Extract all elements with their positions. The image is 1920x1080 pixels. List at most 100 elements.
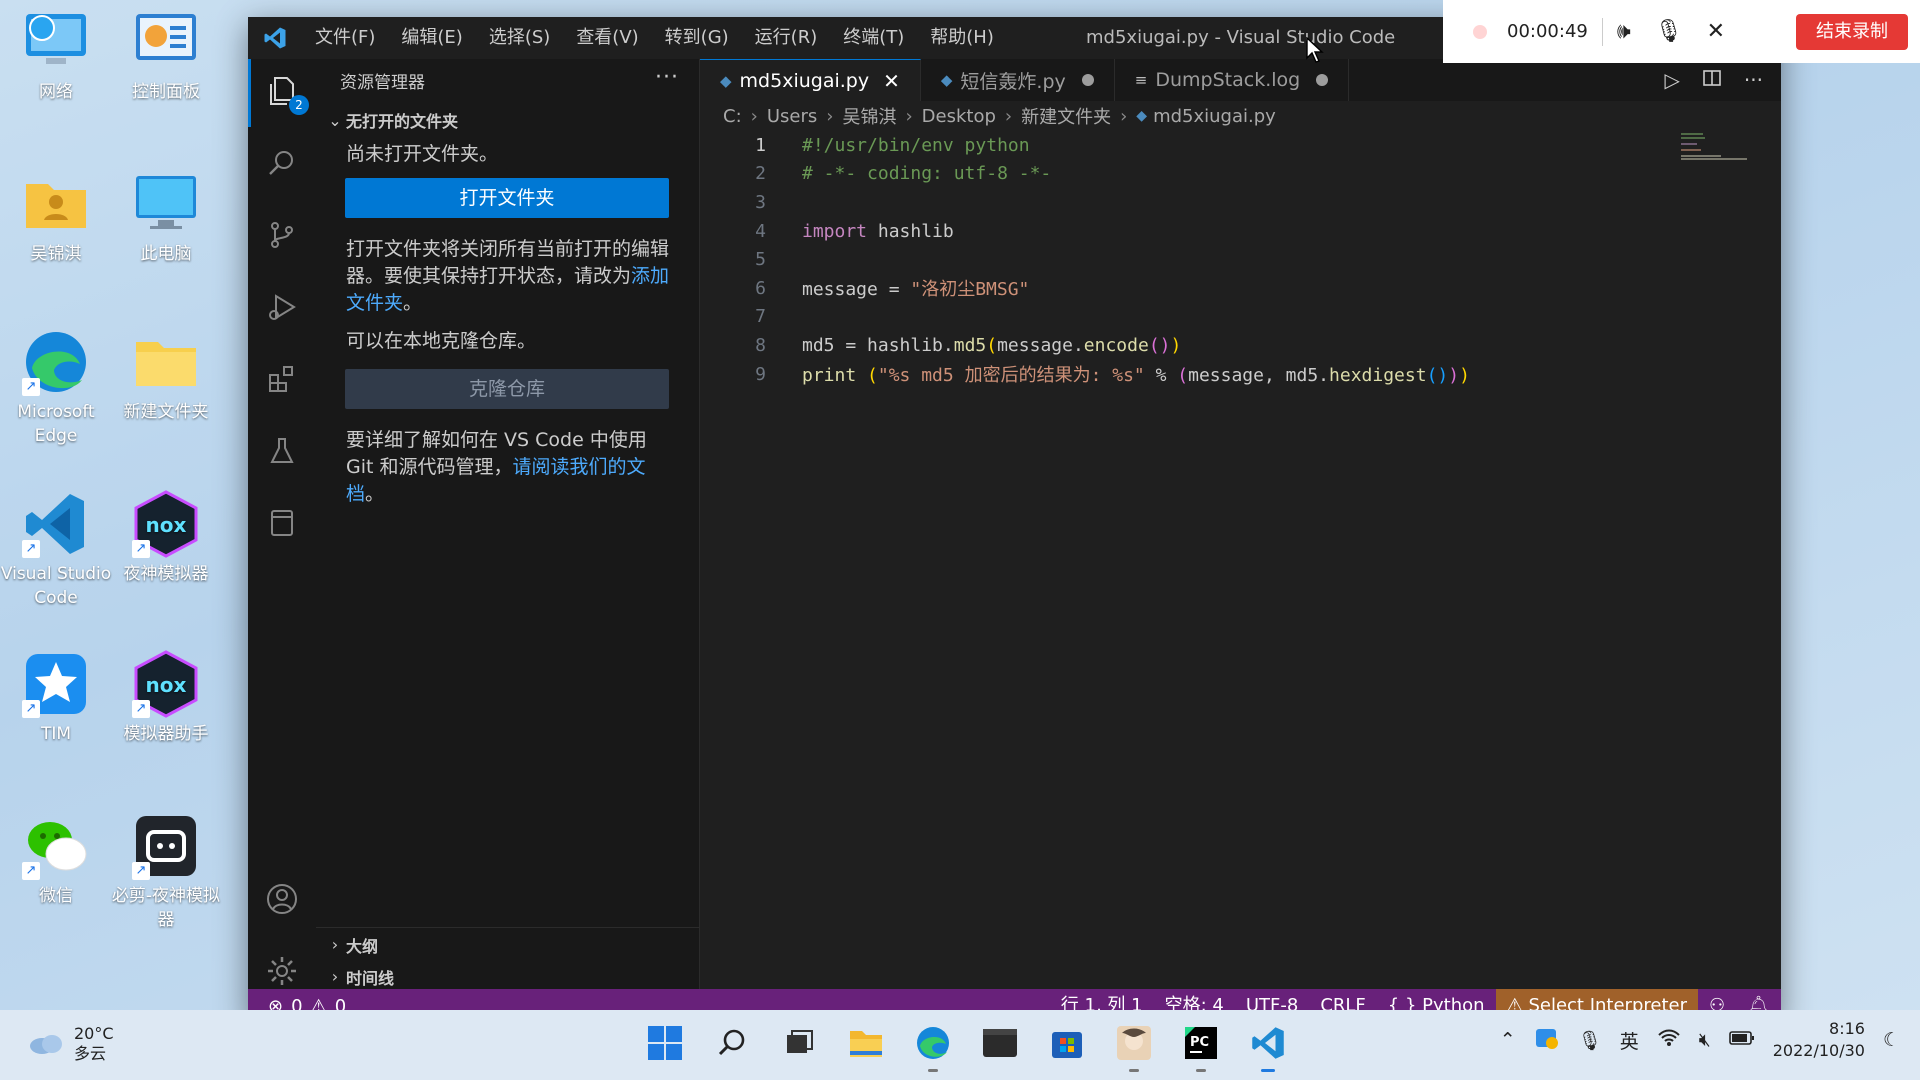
testing-activity[interactable]: [248, 419, 316, 487]
source-control-activity[interactable]: [248, 203, 316, 271]
desktop-icon-this-pc[interactable]: 此电脑: [110, 170, 222, 266]
editor-actions: ▷ ···: [1665, 59, 1763, 101]
desktop-icon-tim[interactable]: ↗ TIM: [0, 650, 112, 746]
folder-icon: [132, 328, 200, 396]
line-number: 8: [755, 334, 766, 356]
breadcrumb-item[interactable]: C:: [723, 106, 742, 127]
search-activity[interactable]: [248, 131, 316, 199]
desktop-icon-label: 模拟器助手: [123, 724, 209, 744]
volume-muted-icon[interactable]: 🔇︎: [1699, 1029, 1711, 1051]
menu-edit[interactable]: 编辑(E): [388, 17, 475, 59]
wifi-icon[interactable]: [1657, 1028, 1681, 1053]
menu-view[interactable]: 查看(V): [563, 17, 651, 59]
menu-go[interactable]: 转到(G): [652, 17, 742, 59]
sidebar-title: 资源管理器: [340, 72, 425, 93]
outline-section[interactable]: › 大纲: [316, 927, 699, 961]
folder-icon: [848, 1027, 884, 1063]
input-method-indicator[interactable]: 英: [1620, 1027, 1639, 1054]
tab-duanxin[interactable]: ◆ 短信轰炸.py: [921, 59, 1115, 101]
desktop-icon-wechat[interactable]: ↗ 微信: [0, 812, 112, 908]
desktop-icon-new-folder[interactable]: 新建文件夹: [110, 328, 222, 424]
temperature: 20°C: [74, 1024, 114, 1043]
chevron-right-icon: ›: [905, 105, 913, 127]
svg-text:nox: nox: [146, 673, 187, 697]
notification-moon-icon[interactable]: ☾: [1883, 1029, 1900, 1051]
recording-toolbar: 00:00:49 🕪︎ 🎙︎ ✕ 结束录制: [1443, 0, 1920, 63]
remote-explorer-activity[interactable]: [248, 491, 316, 559]
desktop-icon-user-folder[interactable]: 吴锦淇: [0, 170, 112, 266]
breadcrumb-item[interactable]: md5xiugai.py: [1153, 106, 1276, 127]
more-actions-icon[interactable]: ···: [655, 65, 679, 90]
menu-terminal[interactable]: 终端(T): [830, 17, 917, 59]
taskbar-pycharm[interactable]: PC: [1176, 1020, 1226, 1072]
microphone-icon[interactable]: 🎙︎: [1578, 1029, 1602, 1052]
unsaved-dot-icon[interactable]: [1081, 74, 1094, 86]
breadcrumb-item[interactable]: Users: [767, 106, 817, 127]
weather-widget[interactable]: 20°C 多云: [28, 1024, 114, 1064]
running-indicator: [1261, 1069, 1275, 1072]
no-folder-section-header[interactable]: ⌄ 无打开的文件夹: [316, 101, 699, 139]
desktop-icon-control-panel[interactable]: 控制面板: [110, 8, 222, 104]
code-line: 1 #!/usr/bin/env python: [700, 131, 1700, 160]
desktop-icon-vscode[interactable]: ↗ Visual Studio Code: [0, 490, 112, 610]
desktop-icon-label: 夜神模拟器: [123, 564, 209, 584]
battery-icon[interactable]: [1728, 1029, 1755, 1051]
chevron-right-icon: ›: [1120, 105, 1128, 127]
taskbar-game[interactable]: [1109, 1020, 1159, 1072]
menu-file[interactable]: 文件(F): [302, 17, 388, 59]
menu-help[interactable]: 帮助(H): [917, 17, 1007, 59]
code-line: 7: [700, 303, 1700, 332]
clock[interactable]: 8:16 2022/10/30: [1773, 1018, 1865, 1062]
accounts-activity[interactable]: [248, 867, 316, 935]
stop-recording-button[interactable]: 结束录制: [1796, 14, 1908, 50]
taskbar-apps: PC: [640, 1020, 1293, 1072]
desktop-icon-nox-helper[interactable]: nox ↗ 模拟器助手: [110, 650, 222, 746]
microphone-icon[interactable]: 🎙︎: [1655, 19, 1683, 44]
desktop-icon-edge[interactable]: ↗ Microsoft Edge: [0, 328, 112, 448]
python-file-icon: ◆: [720, 71, 732, 90]
explorer-activity[interactable]: 2: [248, 59, 316, 127]
speaker-icon[interactable]: 🕪︎: [1617, 19, 1631, 44]
unsaved-dot-icon[interactable]: [1316, 74, 1329, 86]
code-editor[interactable]: 1 #!/usr/bin/env python 2 # -*- coding: ut…: [700, 131, 1700, 388]
extensions-activity[interactable]: [248, 347, 316, 415]
gear-icon: [265, 954, 299, 992]
desktop-icon-nox[interactable]: nox ↗ 夜神模拟器: [110, 490, 222, 586]
breadcrumb-item[interactable]: 吴锦淇: [842, 103, 896, 129]
taskbar-file-explorer[interactable]: [841, 1020, 891, 1070]
desktop-icon-bcut-nox[interactable]: ↗ 必剪-夜神模拟器: [110, 812, 222, 932]
recording-time: 00:00:49: [1507, 21, 1588, 42]
more-actions-icon[interactable]: ···: [1744, 68, 1763, 92]
breadcrumb-item[interactable]: 新建文件夹: [1021, 103, 1111, 129]
minimap[interactable]: [1681, 131, 1751, 161]
open-folder-button[interactable]: 打开文件夹: [345, 178, 669, 218]
run-debug-activity[interactable]: [248, 275, 316, 343]
tab-md5xiugai[interactable]: ◆ md5xiugai.py ✕: [700, 59, 921, 101]
clock-date: 2022/10/30: [1772, 1041, 1865, 1060]
edge-icon: ↗: [22, 328, 90, 396]
clock-time: 8:16: [1829, 1019, 1865, 1038]
clone-repo-button[interactable]: 克隆仓库: [345, 369, 669, 409]
breadcrumb-item[interactable]: Desktop: [922, 106, 996, 127]
desktop-icons: 网络 控制面板 吴锦淇 此电脑 ↗ Microsoft Edge 新建文件夹 ↗…: [0, 0, 240, 1010]
tray-app-icon[interactable]: [1534, 1025, 1560, 1056]
close-icon[interactable]: ✕: [1707, 19, 1725, 44]
split-editor-icon[interactable]: [1702, 68, 1722, 93]
run-icon[interactable]: ▷: [1665, 68, 1680, 92]
tab-label: 短信轰炸.py: [960, 70, 1066, 93]
close-icon[interactable]: ✕: [883, 69, 900, 93]
desktop-icon-label: 吴锦淇: [30, 244, 82, 264]
menu-run[interactable]: 运行(R): [742, 17, 831, 59]
start-button[interactable]: [640, 1020, 690, 1070]
menu-selection[interactable]: 选择(S): [476, 17, 563, 59]
no-folder-text: 尚未打开文件夹。: [346, 143, 499, 165]
desktop-icon-network[interactable]: 网络: [0, 8, 112, 104]
taskbar-terminal[interactable]: [975, 1020, 1025, 1070]
taskbar-vscode[interactable]: [1243, 1020, 1293, 1072]
taskbar-search[interactable]: [707, 1020, 757, 1070]
task-view-button[interactable]: [774, 1020, 824, 1070]
taskbar-store[interactable]: [1042, 1020, 1092, 1070]
svg-text:nox: nox: [146, 513, 187, 537]
taskbar-edge[interactable]: [908, 1020, 958, 1072]
chevron-up-icon[interactable]: ⌃: [1500, 1029, 1516, 1051]
